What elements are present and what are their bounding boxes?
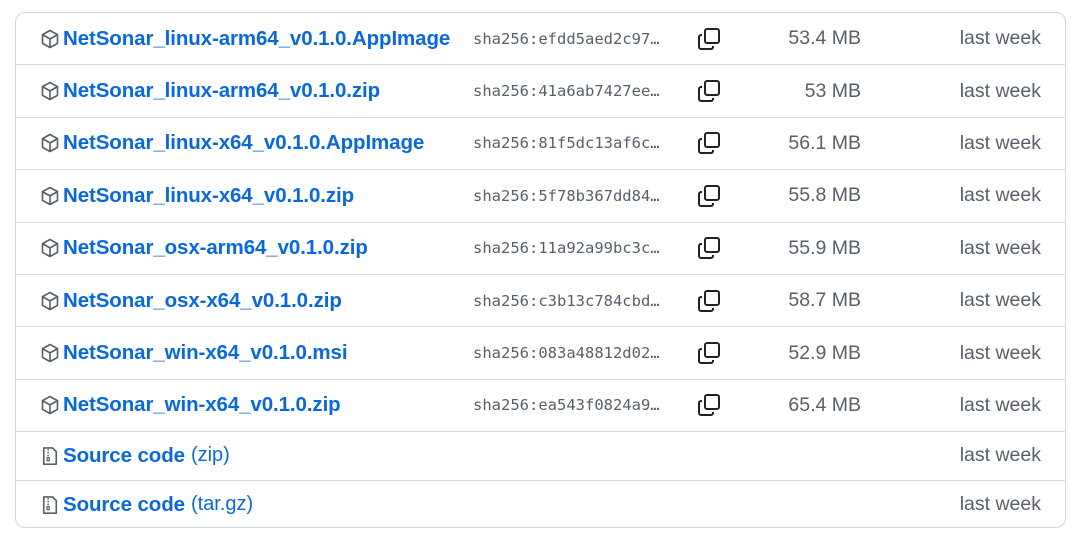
package-icon: [40, 395, 60, 415]
asset-link[interactable]: NetSonar_osx-x64_v0.1.0.zip: [63, 289, 342, 313]
asset-date: last week: [959, 341, 1041, 364]
asset-row: NetSonar_osx-arm64_v0.1.0.zip sha256:11a…: [16, 223, 1065, 275]
source-code-targz-link[interactable]: Source code: [63, 493, 185, 517]
copy-icon[interactable]: [696, 392, 722, 418]
asset-date: last week: [959, 27, 1041, 50]
asset-name-wrap: NetSonar_linux-arm64_v0.1.0.AppImage: [40, 13, 450, 64]
package-icon: [40, 29, 60, 49]
asset-link[interactable]: NetSonar_linux-x64_v0.1.0.zip: [63, 184, 354, 208]
asset-date: last week: [959, 393, 1041, 416]
asset-row: NetSonar_osx-x64_v0.1.0.zip sha256:c3b13…: [16, 275, 1065, 328]
asset-row: NetSonar_win-x64_v0.1.0.zip sha256:ea543…: [16, 380, 1065, 433]
release-assets-list: NetSonar_linux-arm64_v0.1.0.AppImage sha…: [15, 12, 1066, 528]
asset-row: NetSonar_linux-arm64_v0.1.0.AppImage sha…: [16, 13, 1065, 66]
asset-row: NetSonar_linux-x64_v0.1.0.zip sha256:5f7…: [16, 170, 1065, 223]
copy-icon[interactable]: [696, 78, 722, 104]
asset-size: 53.4 MB: [788, 27, 861, 50]
asset-link[interactable]: NetSonar_linux-x64_v0.1.0.AppImage: [63, 131, 424, 155]
asset-size: 52.9 MB: [788, 341, 861, 364]
asset-size: 58.7 MB: [788, 289, 861, 312]
asset-row: NetSonar_linux-arm64_v0.1.0.zip sha256:4…: [16, 65, 1065, 118]
file-zip-icon: [40, 495, 60, 515]
copy-icon[interactable]: [696, 340, 722, 366]
asset-name-wrap: NetSonar_win-x64_v0.1.0.msi: [40, 327, 348, 378]
asset-sha: sha256:c3b13c784cbd…: [473, 291, 660, 310]
source-code-row: Source code (zip) last week: [16, 432, 1065, 481]
source-code-zip-link[interactable]: Source code: [63, 444, 185, 468]
asset-sha: sha256:ea543f0824a9…: [473, 396, 660, 415]
asset-row: NetSonar_linux-x64_v0.1.0.AppImage sha25…: [16, 118, 1065, 171]
asset-name-wrap: NetSonar_linux-arm64_v0.1.0.zip: [40, 65, 380, 116]
asset-date: last week: [959, 444, 1041, 467]
asset-name-wrap: NetSonar_osx-x64_v0.1.0.zip: [40, 275, 342, 326]
package-icon: [40, 291, 60, 311]
asset-size: 56.1 MB: [788, 131, 861, 154]
asset-link[interactable]: NetSonar_win-x64_v0.1.0.zip: [63, 393, 341, 417]
asset-name-wrap: NetSonar_linux-x64_v0.1.0.AppImage: [40, 118, 424, 169]
file-zip-icon: [40, 446, 60, 466]
copy-icon[interactable]: [696, 288, 722, 314]
asset-sha: sha256:81f5dc13af6c…: [473, 134, 660, 153]
copy-icon[interactable]: [696, 183, 722, 209]
package-icon: [40, 133, 60, 153]
asset-sha: sha256:41a6ab7427ee…: [473, 82, 660, 101]
asset-sha: sha256:083a48812d02…: [473, 344, 660, 363]
source-format[interactable]: (zip): [191, 444, 230, 467]
package-icon: [40, 238, 60, 258]
copy-icon[interactable]: [696, 26, 722, 52]
asset-size: 53 MB: [804, 79, 861, 102]
asset-sha: sha256:11a92a99bc3c…: [473, 239, 660, 258]
asset-link[interactable]: NetSonar_linux-arm64_v0.1.0.AppImage: [63, 27, 450, 51]
asset-date: last week: [959, 289, 1041, 312]
copy-icon[interactable]: [696, 235, 722, 261]
asset-date: last week: [959, 236, 1041, 259]
copy-icon[interactable]: [696, 130, 722, 156]
asset-date: last week: [959, 79, 1041, 102]
package-icon: [40, 186, 60, 206]
asset-link[interactable]: NetSonar_win-x64_v0.1.0.msi: [63, 341, 348, 365]
asset-size: 55.9 MB: [788, 236, 861, 259]
asset-date: last week: [959, 131, 1041, 154]
asset-row: NetSonar_win-x64_v0.1.0.msi sha256:083a4…: [16, 327, 1065, 380]
asset-link[interactable]: NetSonar_osx-arm64_v0.1.0.zip: [63, 236, 368, 260]
asset-date: last week: [959, 493, 1041, 516]
source-format[interactable]: (tar.gz): [191, 493, 253, 516]
source-name-wrap: Source code (tar.gz): [40, 481, 253, 527]
source-name-wrap: Source code (zip): [40, 432, 230, 480]
asset-link[interactable]: NetSonar_linux-arm64_v0.1.0.zip: [63, 79, 380, 103]
asset-name-wrap: NetSonar_linux-x64_v0.1.0.zip: [40, 170, 354, 221]
package-icon: [40, 343, 60, 363]
asset-size: 55.8 MB: [788, 184, 861, 207]
asset-name-wrap: NetSonar_osx-arm64_v0.1.0.zip: [40, 223, 368, 274]
asset-sha: sha256:5f78b367dd84…: [473, 186, 660, 205]
asset-name-wrap: NetSonar_win-x64_v0.1.0.zip: [40, 380, 341, 431]
asset-date: last week: [959, 184, 1041, 207]
asset-sha: sha256:efdd5aed2c97…: [473, 29, 660, 48]
package-icon: [40, 81, 60, 101]
asset-size: 65.4 MB: [788, 393, 861, 416]
source-code-row: Source code (tar.gz) last week: [16, 481, 1065, 527]
